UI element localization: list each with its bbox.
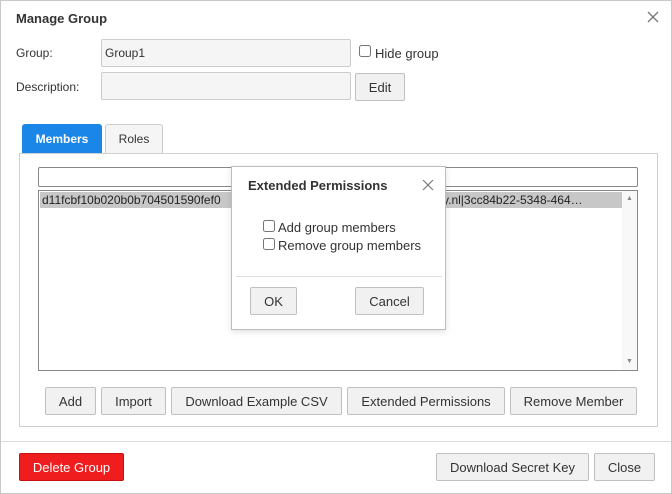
extended-permissions-modal: Extended Permissions Add group members R… — [231, 166, 446, 330]
hide-group-label: Hide group — [375, 46, 439, 61]
delete-group-button[interactable]: Delete Group — [19, 453, 124, 481]
remove-group-members-checkbox[interactable] — [263, 238, 275, 250]
manage-group-dialog: Manage Group Group: Hide group Descripti… — [0, 0, 672, 494]
scroll-down-icon[interactable]: ▼ — [622, 355, 637, 369]
footer-divider — [1, 441, 671, 442]
ok-button[interactable]: OK — [250, 287, 297, 315]
dialog-title: Manage Group — [16, 11, 108, 26]
edit-description-button[interactable]: Edit — [355, 73, 405, 101]
tab-roles[interactable]: Roles — [105, 124, 163, 154]
description-label: Description: — [16, 80, 80, 94]
add-group-members-checkbox[interactable] — [263, 220, 275, 232]
close-icon[interactable] — [421, 178, 435, 192]
scroll-up-icon[interactable]: ▲ — [622, 192, 637, 206]
add-group-members-label: Add group members — [278, 220, 396, 235]
remove-group-members-label: Remove group members — [278, 238, 422, 253]
group-label: Group: — [16, 46, 53, 60]
import-button[interactable]: Import — [101, 387, 166, 415]
modal-divider — [236, 276, 442, 277]
member-id-tail-text: y.nl|3cc84b22-5348-464… — [443, 193, 583, 207]
cancel-button[interactable]: Cancel — [355, 287, 424, 315]
remove-member-button[interactable]: Remove Member — [510, 387, 637, 415]
extended-permissions-button[interactable]: Extended Permissions — [347, 387, 505, 415]
close-icon[interactable] — [645, 9, 661, 25]
members-list-scrollbar[interactable]: ▲ ▼ — [622, 191, 637, 370]
group-name-input[interactable] — [101, 39, 351, 67]
close-button[interactable]: Close — [594, 453, 655, 481]
download-example-csv-button[interactable]: Download Example CSV — [171, 387, 342, 415]
download-secret-key-button[interactable]: Download Secret Key — [436, 453, 589, 481]
hide-group-checkbox[interactable] — [359, 45, 371, 57]
description-input[interactable] — [101, 72, 351, 100]
add-member-button[interactable]: Add — [45, 387, 96, 415]
modal-title: Extended Permissions — [248, 178, 388, 193]
member-id-text: d11fcbf10b020b0b704501590fef0 — [42, 193, 221, 207]
tab-members[interactable]: Members — [22, 124, 102, 154]
